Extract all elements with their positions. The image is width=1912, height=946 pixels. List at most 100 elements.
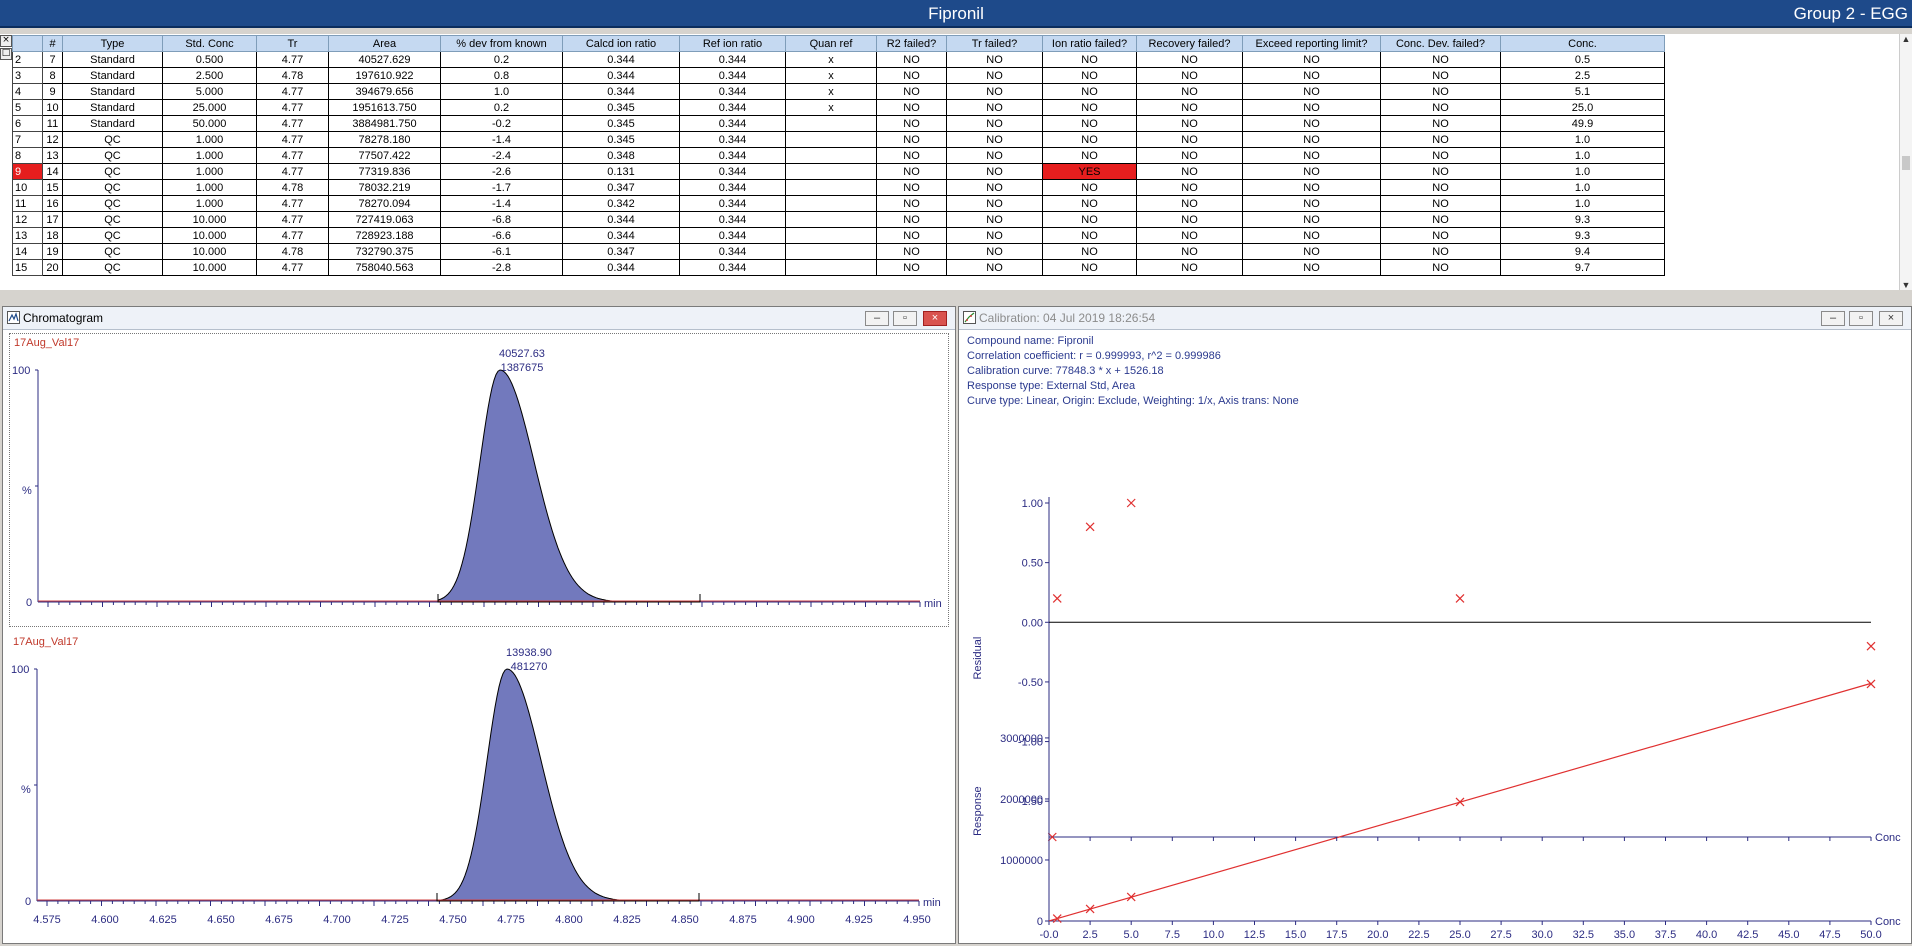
- table-cell: NO: [876, 67, 947, 84]
- row-number-cell[interactable]: 3: [12, 67, 43, 84]
- column-header[interactable]: Ion ratio failed?: [1042, 35, 1137, 52]
- column-header[interactable]: Std. Conc: [162, 35, 257, 52]
- column-header[interactable]: Type: [62, 35, 163, 52]
- scroll-down-icon[interactable]: ▼: [1900, 280, 1912, 290]
- maximize-button[interactable]: ▫: [1849, 311, 1873, 326]
- table-cell: 727419.063: [328, 211, 441, 228]
- table-cell: 1.000: [162, 195, 257, 212]
- minimize-button[interactable]: –: [1821, 311, 1845, 326]
- scroll-up-icon[interactable]: ▲: [1900, 34, 1912, 44]
- table-cell: 0.5: [1500, 51, 1665, 68]
- table-row[interactable]: 15 20 QC 10.000 4.77 758040.563 -2.8 0.344 0.344…: [12, 259, 1665, 276]
- close-button[interactable]: ×: [1879, 311, 1903, 326]
- table-cell: 19: [42, 243, 63, 260]
- column-header[interactable]: Quan ref: [785, 35, 877, 52]
- row-number-cell[interactable]: 9: [12, 163, 43, 180]
- conc-tick-label: 45.0: [1778, 929, 1799, 941]
- trace-panel-1[interactable]: 17Aug_Val17 40527.63 1387675 100 % 0 min: [9, 333, 949, 627]
- residual-point[interactable]: [1866, 641, 1876, 651]
- residual-point[interactable]: [1455, 594, 1465, 603]
- column-header[interactable]: Recovery failed?: [1136, 35, 1243, 52]
- table-cell: NO: [1042, 259, 1137, 276]
- table-cell: NO: [1136, 195, 1243, 212]
- trace-plot-1: 100 % 0 min: [12, 365, 942, 610]
- table-row[interactable]: 10 15 QC 1.000 4.78 78032.219 -1.7 0.347 0.344 NO…: [12, 179, 1665, 196]
- table-cell: 0.2: [440, 99, 563, 116]
- table-row[interactable]: 9 14 QC 1.000 4.77 77319.836 -2.6 0.131 0.344 NO N…: [12, 163, 1665, 180]
- table-cell: Standard: [62, 67, 163, 84]
- table-cell: 12: [42, 131, 63, 148]
- maximize-button[interactable]: ▫: [893, 311, 917, 326]
- row-number-cell[interactable]: 14: [12, 243, 43, 260]
- close-grid-icon[interactable]: ×: [0, 35, 12, 47]
- scroll-thumb[interactable]: [1902, 156, 1910, 170]
- residual-point[interactable]: [1052, 594, 1062, 603]
- title-bar: Fipronil Group 2 - EGG: [0, 0, 1912, 28]
- row-number-cell[interactable]: 11: [12, 195, 43, 212]
- table-row[interactable]: 7 12 QC 1.000 4.77 78278.180 -1.4 0.345 0.344 NO N…: [12, 131, 1665, 148]
- table-row[interactable]: 12 17 QC 10.000 4.77 727419.063 -6.8 0.344 0.344…: [12, 211, 1665, 228]
- column-header[interactable]: Exceed reporting limit?: [1242, 35, 1381, 52]
- row-number-cell[interactable]: 8: [12, 147, 43, 164]
- row-number-cell[interactable]: 13: [12, 227, 43, 244]
- peak-area[interactable]: [437, 369, 700, 603]
- table-cell: NO: [1242, 211, 1381, 228]
- table-row[interactable]: 13 18 QC 10.000 4.77 728923.188 -6.6 0.344 0.344…: [12, 227, 1665, 244]
- table-row[interactable]: 8 13 QC 1.000 4.77 77507.422 -2.4 0.348 0.344 NO N…: [12, 147, 1665, 164]
- table-row[interactable]: 14 19 QC 10.000 4.78 732790.375 -6.1 0.347 0.344…: [12, 243, 1665, 260]
- column-header[interactable]: Conc. Dev. failed?: [1380, 35, 1501, 52]
- table-row[interactable]: 3 8 Standard 2.500 4.78 197610.922 0.8 0.344 0.3…: [12, 67, 1665, 84]
- column-header[interactable]: Tr failed?: [946, 35, 1043, 52]
- table-row[interactable]: 4 9 Standard 5.000 4.77 394679.656 1.0 0.344 0.3…: [12, 83, 1665, 100]
- row-number-cell[interactable]: 2: [12, 51, 43, 68]
- table-row[interactable]: 6 11 Standard 50.000 4.77 3884981.750 -0.2 0.34…: [12, 115, 1665, 132]
- table-row[interactable]: 2 7 Standard 0.500 4.77 40527.629 0.2 0.344 0.34…: [12, 51, 1665, 68]
- table-cell: 20: [42, 259, 63, 276]
- grid-scrollbar[interactable]: ▲ ▼: [1899, 34, 1912, 290]
- row-number-cell[interactable]: 7: [12, 131, 43, 148]
- column-header[interactable]: Ref ion ratio: [679, 35, 786, 52]
- trace-panel-2[interactable]: 17Aug_Val17 13938.90 481270 100 % 0 min …: [9, 633, 949, 939]
- minimize-button[interactable]: –: [865, 311, 889, 326]
- column-header[interactable]: Conc.: [1500, 35, 1665, 52]
- table-cell: NO: [1380, 195, 1501, 212]
- table-cell: NO: [1242, 99, 1381, 116]
- column-header[interactable]: Area: [328, 35, 441, 52]
- conc-tick-label: 47.5: [1819, 929, 1840, 941]
- table-cell: 1.0: [1500, 131, 1665, 148]
- table-cell: 49.9: [1500, 115, 1665, 132]
- calibration-curve: Calibration curve: 77848.3 * x + 1526.18: [967, 365, 1164, 377]
- row-number-cell[interactable]: 6: [12, 115, 43, 132]
- column-header[interactable]: R2 failed?: [876, 35, 947, 52]
- peak-area[interactable]: [436, 668, 699, 902]
- row-number-cell[interactable]: 4: [12, 83, 43, 100]
- residual-point[interactable]: [1126, 498, 1136, 508]
- results-table: # Type Std. Conc Tr Area% dev from known Calc…: [12, 35, 1665, 276]
- column-header[interactable]: Tr: [256, 35, 329, 52]
- row-number-cell[interactable]: 12: [12, 211, 43, 228]
- row-number-cell[interactable]: 5: [12, 99, 43, 116]
- table-cell: x: [785, 51, 877, 68]
- column-header[interactable]: [12, 35, 43, 52]
- column-header[interactable]: #: [42, 35, 63, 52]
- x-axis-ticks: 4.575 4.600 4.625 4.650 4.675 4.700 4.725 4.750…: [33, 914, 931, 926]
- table-cell: 0.344: [679, 131, 786, 148]
- table-cell: NO: [876, 227, 947, 244]
- restore-grid-icon[interactable]: □: [0, 48, 12, 60]
- row-number-cell[interactable]: 10: [12, 179, 43, 196]
- table-cell: 2.500: [162, 67, 257, 84]
- column-header[interactable]: Calcd ion ratio: [562, 35, 680, 52]
- table-cell: NO: [1136, 211, 1243, 228]
- x-tick-label: 4.575: [33, 914, 61, 926]
- close-button[interactable]: ×: [923, 311, 947, 326]
- residual-point[interactable]: [1085, 522, 1095, 532]
- table-cell: NO: [1136, 83, 1243, 100]
- row-number-cell[interactable]: 15: [12, 259, 43, 276]
- table-row[interactable]: 11 16 QC 1.000 4.77 78270.094 -1.4 0.342 0.344 NO…: [12, 195, 1665, 212]
- table-cell: 4.77: [256, 163, 329, 180]
- column-header[interactable]: % dev from known: [440, 35, 563, 52]
- calibration-point[interactable]: [1085, 904, 1095, 914]
- table-row[interactable]: 5 10 Standard 25.000 4.77 1951613.750 0.2 0.345…: [12, 99, 1665, 116]
- table-cell: -1.7: [440, 179, 563, 196]
- table-cell: 10.000: [162, 243, 257, 260]
